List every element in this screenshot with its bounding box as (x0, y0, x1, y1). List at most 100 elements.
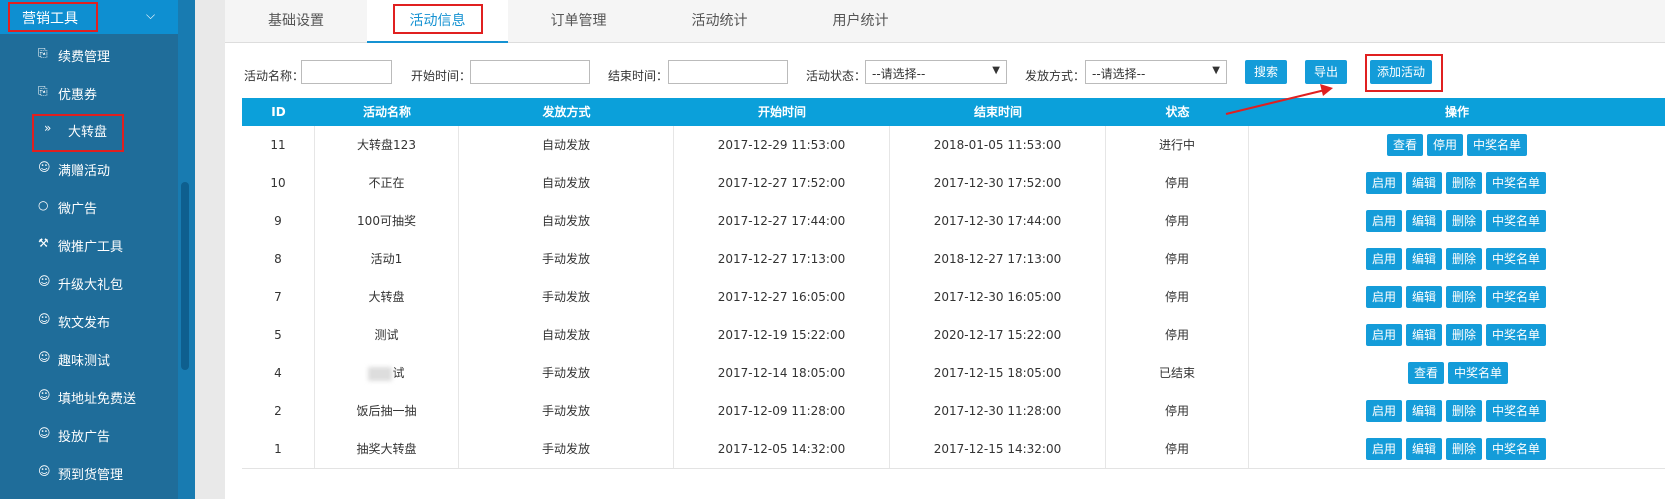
sidebar-item[interactable]: ⚒ 微推广工具 (0, 225, 178, 263)
row-action-button[interactable]: 启用 (1366, 248, 1403, 270)
cell-name: 100可抽奖 (315, 202, 459, 240)
scrollbar-thumb[interactable] (181, 182, 189, 370)
row-actions: 启用 编辑 删除 中奖名单 (1366, 324, 1550, 346)
start-time-input[interactable] (470, 60, 590, 84)
row-action-button[interactable]: 编辑 (1406, 286, 1443, 308)
row-action-button[interactable]: 删除 (1446, 400, 1483, 422)
cell-end: 2017-12-15 14:32:00 (890, 430, 1106, 468)
row-action-button[interactable]: 删除 (1446, 210, 1483, 232)
row-action-button[interactable]: 启用 (1366, 438, 1403, 460)
row-action-button[interactable]: 删除 (1446, 324, 1483, 346)
status-label: 活动状态： (806, 69, 867, 83)
sidebar-item[interactable]: ⎘ 续费管理 (0, 35, 178, 73)
end-time-input[interactable] (668, 60, 788, 84)
row-action-button[interactable]: 编辑 (1406, 172, 1443, 194)
cell-end: 2017-12-30 17:44:00 (890, 202, 1106, 240)
sidebar-item[interactable]: ☺ 满赠活动 (0, 149, 178, 187)
row-action-button[interactable]: 中奖名单 (1467, 134, 1528, 156)
status-select[interactable]: --请选择-- ▼ (865, 60, 1007, 84)
row-action-button[interactable]: 启用 (1366, 286, 1403, 308)
row-action-button[interactable]: 中奖名单 (1486, 248, 1547, 270)
sidebar-item[interactable]: ☺ 预到货管理 (0, 453, 178, 491)
row-action-button[interactable]: 中奖名单 (1486, 324, 1547, 346)
start-time-label: 开始时间： (411, 69, 472, 83)
row-actions: 启用 编辑 删除 中奖名单 (1366, 400, 1550, 422)
annotation-highlight-box (8, 2, 98, 32)
tab-basic-settings[interactable]: 基础设置 (225, 0, 367, 42)
sidebar: 营销工具 ⌵ ⎘ 续费管理 ⎘ 优惠券» 大转盘 ☺ 满赠活动 ○ 微广告 ⚒ 微推广工具 ☺ 升级大礼… (0, 0, 178, 499)
col-header-end: 结束时间 (973, 105, 1022, 119)
cell-method: 自动发放 (459, 202, 674, 240)
end-time-label: 结束时间： (608, 69, 669, 83)
cell-status: 停用 (1106, 164, 1249, 202)
cell-status: 进行中 (1106, 126, 1249, 164)
sidebar-item[interactable]: ☺ 软文发布 (0, 301, 178, 339)
activity-name-input[interactable] (301, 60, 392, 84)
row-action-button[interactable]: 中奖名单 (1486, 210, 1547, 232)
table-row: 7 大转盘 手动发放 2017-12-27 16:05:00 2017-12-30 16… (242, 278, 1665, 317)
doc-yen-icon: ⎘ (38, 84, 48, 98)
sidebar-item-label: 优惠券 (58, 88, 98, 103)
cell-name: 活动1 (315, 240, 459, 278)
row-action-button[interactable]: 启用 (1366, 400, 1403, 422)
row-action-button[interactable]: 删除 (1446, 438, 1483, 460)
cell-status: 停用 (1106, 430, 1249, 468)
row-action-button[interactable]: 编辑 (1406, 324, 1443, 346)
tab-order-management[interactable]: 订单管理 (508, 0, 649, 42)
dropdown-arrow-icon: ▼ (1212, 65, 1220, 76)
row-action-button[interactable]: 启用 (1366, 324, 1403, 346)
row-action-button[interactable]: 中奖名单 (1486, 400, 1547, 422)
sidebar-item[interactable]: ☺ 升级大礼包 (0, 263, 178, 301)
filter-bar: 活动名称： 开始时间： 结束时间： 活动状态： --请选择-- ▼ 发放方式： … (225, 56, 1665, 90)
cell-start: 2017-12-09 11:28:00 (674, 392, 890, 430)
annotation-arrow (1225, 84, 1333, 115)
row-action-button[interactable]: 编辑 (1406, 438, 1443, 460)
cell-end: 2017-12-15 18:05:00 (890, 354, 1106, 392)
cell-status: 停用 (1106, 278, 1249, 316)
tab-activity-stats[interactable]: 活动统计 (649, 0, 790, 42)
row-action-button[interactable]: 删除 (1446, 286, 1483, 308)
row-action-button[interactable]: 编辑 (1406, 248, 1443, 270)
tab-user-stats[interactable]: 用户统计 (790, 0, 931, 42)
cell-status: 已结束 (1106, 354, 1249, 392)
sidebar-item[interactable]: ⎘ 优惠券 (0, 73, 178, 111)
cell-end: 2018-12-27 17:13:00 (890, 240, 1106, 278)
cell-method: 自动发放 (459, 316, 674, 354)
cell-id: 10 (242, 164, 315, 202)
cell-status: 停用 (1106, 202, 1249, 240)
row-action-button[interactable]: 查看 (1408, 362, 1445, 384)
table-row: 1 抽奖大转盘 手动发放 2017-12-05 14:32:00 2017-12-15 … (242, 430, 1665, 469)
row-action-button[interactable]: 中奖名单 (1448, 362, 1509, 384)
cell-method: 手动发放 (459, 392, 674, 430)
table-row: 2 饭后抽一抽 手动发放 2017-12-09 11:28:00 2017-12-30 … (242, 392, 1665, 431)
cell-method: 手动发放 (459, 240, 674, 278)
cell-end: 2017-12-30 16:05:00 (890, 278, 1106, 316)
row-action-button[interactable]: 查看 (1387, 134, 1424, 156)
cell-status: 停用 (1106, 316, 1249, 354)
sidebar-item-label: 微广告 (58, 202, 98, 217)
sidebar-item[interactable]: ☺ 填地址免费送 (0, 377, 178, 415)
sidebar-item[interactable]: ☺ 投放广告 (0, 415, 178, 453)
sidebar-item[interactable]: ○ 微广告 (0, 187, 178, 225)
row-action-button[interactable]: 删除 (1446, 172, 1483, 194)
row-action-button[interactable]: 停用 (1427, 134, 1464, 156)
row-action-button[interactable]: 删除 (1446, 248, 1483, 270)
users-icon: ☺ (38, 388, 51, 402)
cell-id: 2 (242, 392, 315, 430)
row-action-button[interactable]: 编辑 (1406, 400, 1443, 422)
cell-end: 2018-01-05 11:53:00 (890, 126, 1106, 164)
sidebar-item[interactable]: ☺ 趣味测试 (0, 339, 178, 377)
row-action-button[interactable]: 启用 (1366, 172, 1403, 194)
row-actions: 查看 停用 中奖名单 (1387, 134, 1531, 156)
method-label: 发放方式： (1025, 69, 1086, 83)
ad-icon: ○ (38, 198, 49, 212)
method-select[interactable]: --请选择-- ▼ (1085, 60, 1227, 84)
row-action-button[interactable]: 中奖名单 (1486, 172, 1547, 194)
cell-status: 停用 (1106, 240, 1249, 278)
users-icon: ☺ (38, 274, 51, 288)
row-action-button[interactable]: 中奖名单 (1486, 438, 1547, 460)
row-action-button[interactable]: 启用 (1366, 210, 1403, 232)
row-action-button[interactable]: 编辑 (1406, 210, 1443, 232)
cell-start: 2017-12-14 18:05:00 (674, 354, 890, 392)
row-action-button[interactable]: 中奖名单 (1486, 286, 1547, 308)
